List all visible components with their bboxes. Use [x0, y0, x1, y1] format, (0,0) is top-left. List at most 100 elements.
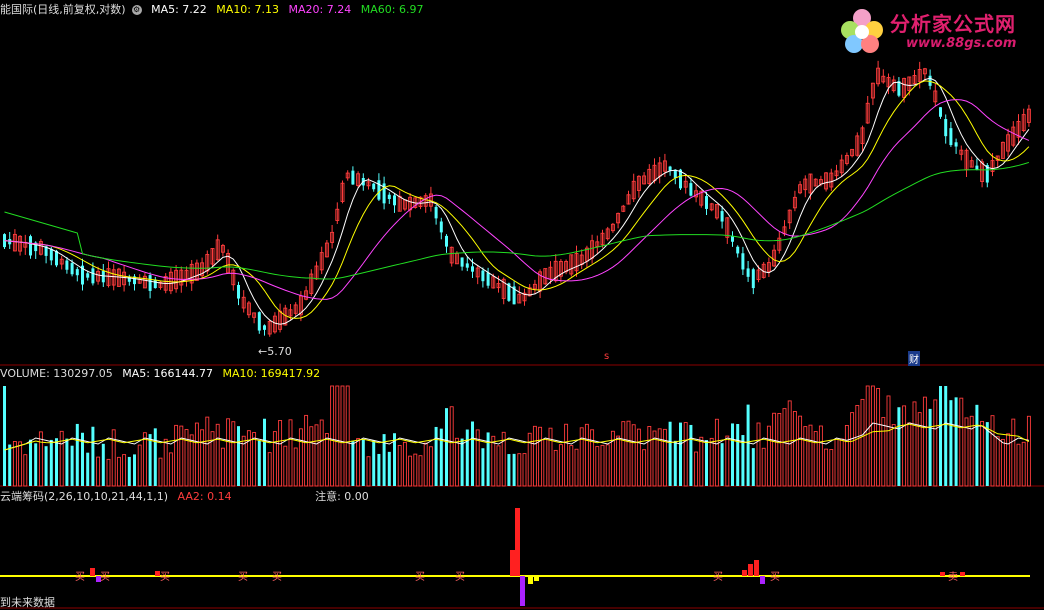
chart-canvas[interactable]: 买买买买买买买买买卖 — [0, 0, 1044, 610]
volume-bar — [44, 446, 48, 486]
volume-bar — [782, 408, 787, 487]
candle-body — [75, 269, 79, 276]
low-price-label: ←5.70 — [258, 345, 292, 358]
volume-bar — [116, 456, 121, 487]
volume-bar — [133, 454, 136, 486]
volume-bar — [122, 454, 127, 487]
signal-label: 买 — [415, 571, 425, 583]
volume-bar — [709, 437, 714, 487]
volume-bar — [387, 451, 391, 486]
volume-bar — [1011, 418, 1016, 487]
volume-bar — [465, 429, 469, 486]
candle-body — [55, 250, 58, 266]
volume-bar — [428, 446, 433, 487]
volume-bar — [616, 435, 621, 487]
volume-bar — [860, 398, 865, 487]
volume-bar — [876, 388, 881, 487]
signal-label: 买 — [160, 571, 170, 583]
volume-bar — [86, 452, 90, 486]
volume-bar — [65, 438, 69, 486]
indicator-bar — [515, 508, 520, 576]
candle-body — [746, 268, 750, 277]
volume-bar — [512, 453, 516, 486]
signal-label: 买 — [272, 571, 282, 583]
candle-body — [101, 270, 105, 283]
volume-bar — [995, 436, 1000, 487]
candle-body — [949, 128, 953, 146]
volume-bar — [101, 443, 105, 486]
volume-bar — [532, 425, 537, 487]
signal-label: 买 — [100, 571, 110, 583]
volume-bar — [548, 427, 553, 487]
volume-ma5-line — [4, 422, 1030, 451]
volume-bar — [237, 426, 240, 486]
volume-bar — [335, 385, 340, 487]
volume-bar — [8, 444, 12, 486]
volume-bar — [944, 386, 948, 486]
volume-bar — [668, 421, 672, 486]
volume-bar — [813, 431, 818, 487]
volume-bar — [897, 407, 901, 486]
candle-body — [481, 270, 485, 282]
logo-url: www.88gs.com — [906, 36, 1017, 51]
indicator-bar — [90, 568, 95, 576]
candle-body — [372, 183, 376, 190]
volume-bar — [736, 423, 740, 486]
volume-bar — [111, 429, 116, 487]
volume-bar — [29, 439, 32, 486]
indicator-aa2: AA2: 0.14 — [177, 490, 232, 503]
volume-bar — [824, 448, 829, 487]
volume-bar — [808, 424, 813, 487]
volume-bar — [844, 425, 849, 487]
indicator-title: 云端筹码(2,26,10,10,21,44,1,1) — [0, 490, 169, 503]
volume-bar — [434, 426, 438, 486]
future-data-label[interactable]: 到未来数据 — [0, 594, 55, 610]
indicator-bar — [940, 572, 945, 576]
ma20-value: MA20: 7.24 — [288, 3, 352, 16]
candle-body — [29, 236, 32, 256]
signal-label: 买 — [455, 571, 465, 583]
volume-bar — [574, 448, 579, 487]
event-marker-s[interactable]: s — [604, 351, 609, 362]
stock-title[interactable]: 能国际(日线,前复权,对数) — [0, 3, 126, 16]
volume-bar — [366, 456, 371, 487]
volume-bar — [694, 451, 699, 487]
volume-bar — [486, 432, 490, 486]
volume-bar — [631, 424, 636, 487]
volume-bar — [220, 447, 225, 487]
volume-bar — [1000, 438, 1005, 487]
volume-bar — [267, 452, 272, 487]
volume-bar — [839, 438, 844, 487]
indicator-bar — [960, 572, 965, 576]
site-logo: 分析家公式网 www.88gs.com — [836, 6, 1036, 56]
volume-bar — [309, 426, 314, 487]
volume-bar — [756, 422, 761, 487]
volume-bar — [475, 429, 480, 487]
settings-icon[interactable]: ⚙ — [131, 5, 142, 15]
volume-bar — [361, 439, 365, 486]
volume-bar — [657, 428, 662, 487]
ma20-line — [4, 99, 1030, 300]
finance-marker[interactable]: 财 — [908, 351, 920, 366]
candle-body — [70, 263, 74, 275]
volume-bar — [1006, 433, 1011, 487]
volume-bar — [766, 425, 771, 487]
candle-body — [939, 107, 942, 117]
volume-bar — [725, 435, 730, 487]
volume-bar — [679, 422, 682, 486]
volume-bar — [829, 449, 834, 487]
ma5-line — [4, 77, 1030, 325]
volume-bar — [372, 440, 376, 486]
candle-body — [434, 206, 438, 219]
volume-bar — [564, 423, 569, 487]
indicator-header: 云端筹码(2,26,10,10,21,44,1,1) AA2: 0.14 注意:… — [0, 488, 375, 504]
volume-bar — [792, 411, 797, 487]
indicator-bar — [528, 576, 533, 584]
volume-bar — [558, 444, 563, 487]
volume-bar — [168, 452, 173, 487]
volume-bar — [907, 422, 912, 487]
volume-bar — [142, 432, 147, 487]
volume-bar — [246, 430, 251, 487]
volume-bar — [590, 429, 595, 487]
candle-body — [351, 170, 355, 185]
